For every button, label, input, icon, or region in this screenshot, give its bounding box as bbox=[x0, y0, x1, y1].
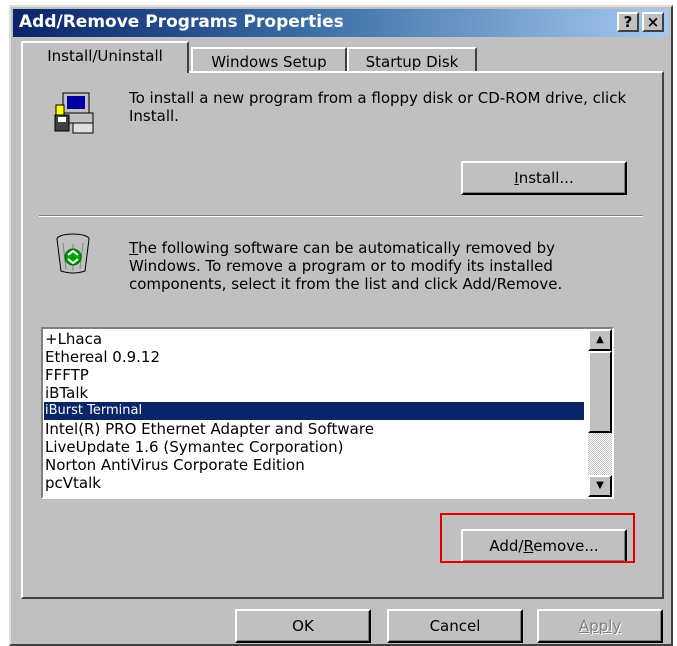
floppy-computer-icon bbox=[53, 91, 97, 139]
scroll-thumb[interactable] bbox=[588, 351, 612, 433]
apply-label: Apply bbox=[578, 617, 622, 635]
install-button[interactable]: Install... bbox=[461, 161, 627, 195]
tab-install-uninstall[interactable]: Install/Uninstall bbox=[21, 41, 189, 73]
cancel-button[interactable]: Cancel bbox=[387, 609, 523, 643]
close-icon: × bbox=[646, 13, 660, 31]
program-list[interactable]: +Lhaca Ethereal 0.9.12 FFFTP iBTalk iBurst T… bbox=[41, 327, 614, 499]
list-item[interactable]: Norton AntiVirus Corporate Edition bbox=[44, 456, 584, 474]
help-button[interactable]: ? bbox=[617, 12, 639, 32]
scroll-down-button[interactable]: ▼ bbox=[588, 475, 612, 497]
close-button[interactable]: × bbox=[642, 12, 664, 32]
uninstall-instructions: The following software can be automatica… bbox=[129, 239, 629, 293]
uninstall-text: he following software can be automatical… bbox=[129, 239, 563, 293]
list-item[interactable]: LiveUpdate 1.6 (Symantec Corporation) bbox=[44, 438, 584, 456]
list-item[interactable]: pcVtalk bbox=[44, 474, 584, 492]
ok-button[interactable]: OK bbox=[235, 609, 371, 643]
tab-label: Install/Uninstall bbox=[47, 47, 163, 65]
recycle-bin-icon bbox=[53, 231, 93, 279]
tab-label: Windows Setup bbox=[211, 53, 327, 71]
list-item[interactable]: FFFTP bbox=[44, 366, 584, 384]
down-arrow-icon: ▼ bbox=[596, 480, 604, 491]
list-item[interactable]: Ethereal 0.9.12 bbox=[44, 348, 584, 366]
program-list-items: +Lhaca Ethereal 0.9.12 FFFTP iBTalk iBurst T… bbox=[44, 330, 584, 492]
section-divider bbox=[39, 215, 643, 217]
add-remove-highlight-box bbox=[440, 513, 635, 563]
up-arrow-icon: ▲ bbox=[596, 334, 604, 345]
list-item[interactable]: iBurst Terminal bbox=[44, 402, 584, 420]
list-item[interactable]: Intel(R) PRO Ethernet Adapter and Softwa… bbox=[44, 420, 584, 438]
vertical-scrollbar[interactable]: ▲ ▼ bbox=[588, 329, 612, 497]
list-item[interactable]: +Lhaca bbox=[44, 330, 584, 348]
title-bar[interactable]: Add/Remove Programs Properties ? × bbox=[13, 9, 669, 37]
install-button-label: nstall... bbox=[518, 169, 574, 187]
apply-button[interactable]: Apply bbox=[537, 609, 663, 643]
tab-startup-disk[interactable]: Startup Disk bbox=[347, 47, 477, 73]
window-title: Add/Remove Programs Properties bbox=[19, 12, 344, 32]
install-instructions: To install a new program from a floppy d… bbox=[129, 89, 627, 125]
scroll-up-button[interactable]: ▲ bbox=[588, 329, 612, 351]
tab-windows-setup[interactable]: Windows Setup bbox=[191, 47, 347, 73]
uninstall-mnemonic: T bbox=[129, 239, 139, 257]
tab-label: Startup Disk bbox=[365, 53, 459, 71]
list-item[interactable]: iBTalk bbox=[44, 384, 584, 402]
